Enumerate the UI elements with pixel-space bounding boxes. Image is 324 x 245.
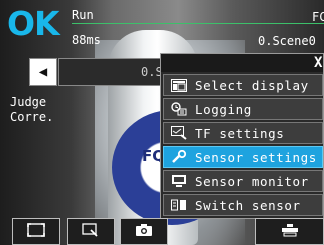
menu-item-label: Switch sensor <box>195 197 301 213</box>
menu-item-label: Logging <box>195 101 252 117</box>
capture-button[interactable] <box>120 218 168 245</box>
menu-item-label: Sensor monitor <box>195 173 309 189</box>
display-select-icon <box>170 78 188 92</box>
wrench-icon <box>170 150 188 164</box>
menu-item-label: Select display <box>195 77 309 93</box>
tf-settings-icon <box>170 126 188 140</box>
fullscreen-button[interactable] <box>12 218 60 245</box>
status-divider <box>72 23 324 24</box>
correlation-label: Corre. <box>10 110 54 124</box>
menu-item-label: Sensor settings <box>195 149 317 165</box>
scene-bar[interactable]: 0.S <box>58 58 164 86</box>
menu-toggle-button[interactable] <box>255 218 324 245</box>
menu-header: X <box>161 54 323 72</box>
menu-item-tf-settings[interactable]: TF settings <box>163 122 323 144</box>
menu-item-sensor-monitor[interactable]: Sensor monitor <box>163 170 323 192</box>
back-button[interactable]: ◀ <box>29 58 57 86</box>
menu-item-switch-sensor[interactable]: Switch sensor <box>163 194 323 216</box>
camera-icon <box>135 222 153 241</box>
monitor-icon <box>170 174 188 188</box>
logging-icon <box>170 102 188 116</box>
zoom-button[interactable] <box>67 218 115 245</box>
menu-item-label: TF settings <box>195 125 285 141</box>
fullscreen-icon <box>27 222 45 241</box>
popup-menu: X Select display Logging TF settings Sen… <box>160 53 324 219</box>
menu-item-select-display[interactable]: Select display <box>163 74 323 96</box>
run-mode: Run <box>72 8 94 22</box>
scene-name: 0.Scene0 <box>258 34 316 48</box>
judge-label: Judge <box>10 95 47 109</box>
zoom-icon <box>82 222 100 241</box>
sensor-label: FC <box>312 10 324 24</box>
left-arrow-icon: ◀ <box>38 64 48 80</box>
processing-time: 88ms <box>72 33 101 47</box>
judgement-result: OK <box>7 4 60 43</box>
menu-item-sensor-settings[interactable]: Sensor settings <box>163 146 323 168</box>
menu-item-logging[interactable]: Logging <box>163 98 323 120</box>
switch-sensor-icon <box>170 198 188 212</box>
close-icon[interactable]: X <box>314 54 322 72</box>
menu-toggle-icon <box>281 222 299 241</box>
